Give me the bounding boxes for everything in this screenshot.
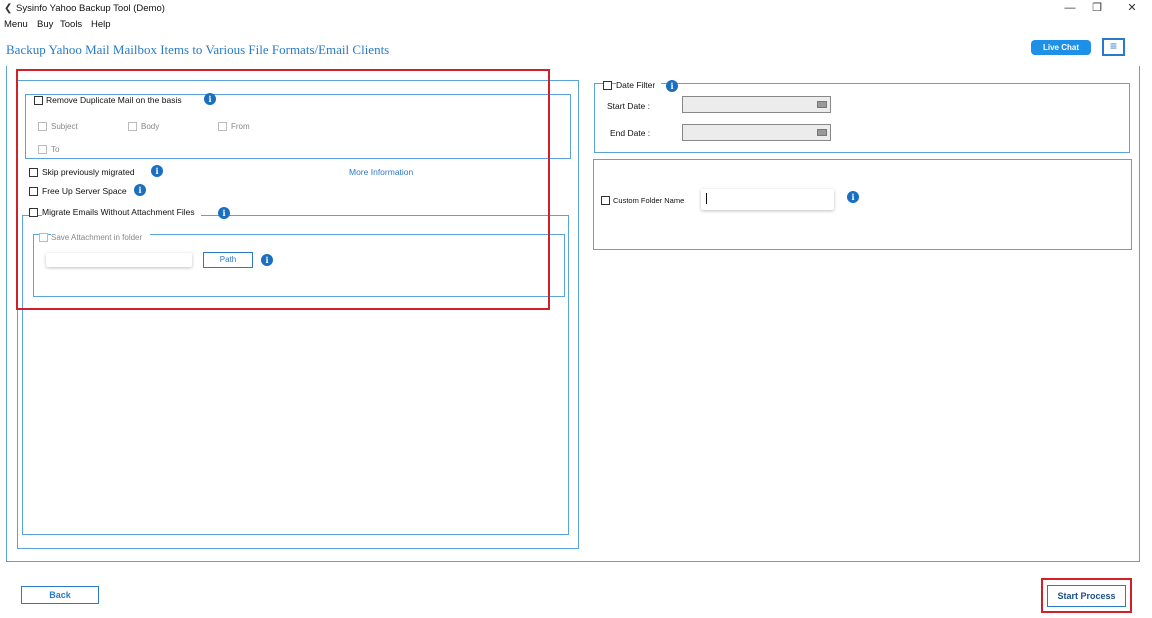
start-date-calendar-icon[interactable] bbox=[817, 101, 827, 108]
menu-tools[interactable]: Tools bbox=[60, 19, 82, 30]
end-date-field[interactable] bbox=[682, 124, 831, 141]
menu-menu[interactable]: Menu bbox=[4, 19, 28, 30]
app-back-arrow-icon: ❮ bbox=[4, 3, 13, 14]
custom-folder-input[interactable] bbox=[701, 189, 834, 210]
date-filter-info-icon[interactable]: i bbox=[666, 80, 678, 92]
title-bar bbox=[0, 0, 1152, 18]
date-filter-group bbox=[594, 83, 1130, 153]
text-cursor bbox=[706, 193, 707, 204]
custom-folder-info-icon[interactable]: i bbox=[847, 191, 859, 203]
live-chat-button[interactable]: Live Chat bbox=[1031, 40, 1091, 55]
hamburger-menu-icon[interactable]: ≡ bbox=[1102, 38, 1125, 56]
close-button[interactable]: ✕ bbox=[1112, 0, 1152, 18]
custom-folder-label: Custom Folder Name bbox=[613, 196, 685, 205]
menu-help[interactable]: Help bbox=[91, 19, 111, 30]
highlight-options-box bbox=[16, 69, 550, 310]
start-process-button[interactable]: Start Process bbox=[1047, 585, 1126, 607]
date-filter-checkbox[interactable] bbox=[603, 81, 612, 90]
menu-buy[interactable]: Buy bbox=[37, 19, 53, 30]
window-title: Sysinfo Yahoo Backup Tool (Demo) bbox=[16, 3, 165, 14]
back-button[interactable]: Back bbox=[21, 586, 99, 604]
end-date-calendar-icon[interactable] bbox=[817, 129, 827, 136]
start-date-label: Start Date : bbox=[607, 101, 650, 111]
custom-folder-checkbox[interactable] bbox=[601, 196, 610, 205]
end-date-label: End Date : bbox=[610, 128, 651, 138]
date-filter-label: Date Filter bbox=[616, 80, 662, 90]
page-title: Backup Yahoo Mail Mailbox Items to Vario… bbox=[6, 42, 390, 57]
start-date-field[interactable] bbox=[682, 96, 831, 113]
maximize-button[interactable]: ❐ bbox=[1077, 0, 1117, 18]
